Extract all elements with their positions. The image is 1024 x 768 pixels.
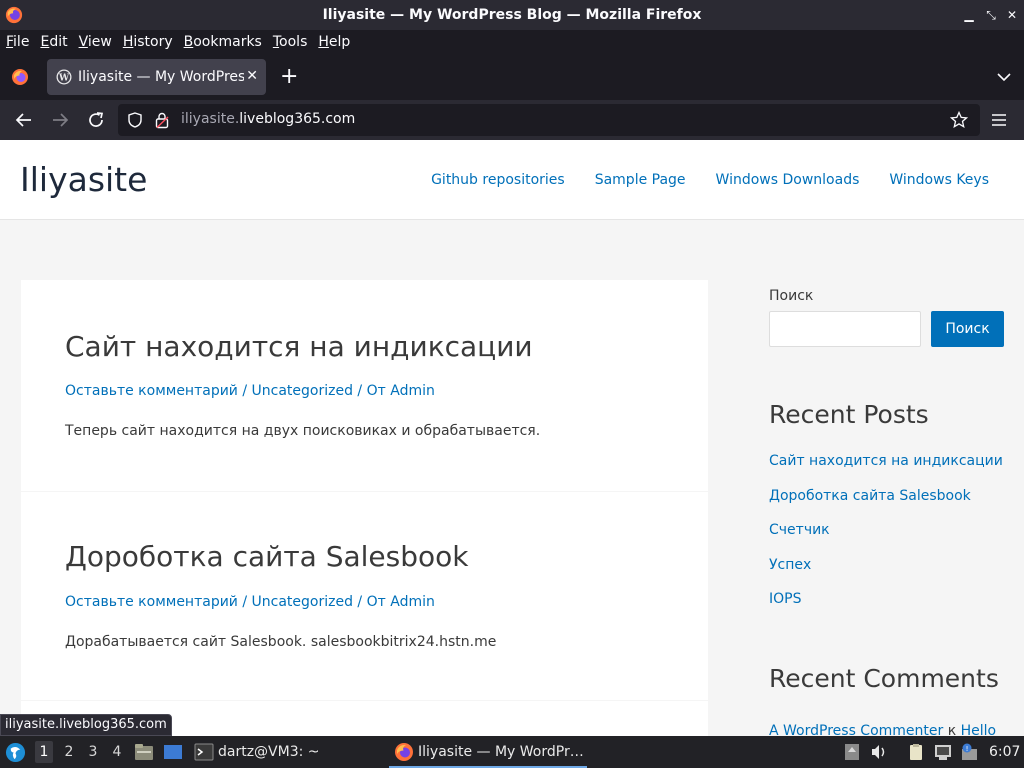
recent-comment: A WordPress Commenter к Hello (769, 723, 996, 736)
close-window-icon[interactable]: ✕ (1005, 7, 1019, 23)
minimize-icon[interactable]: ▁ (962, 7, 976, 23)
menu-bookmarks[interactable]: Bookmarks (184, 34, 262, 50)
hamburger-menu-icon[interactable] (990, 112, 1008, 128)
bookmark-star-icon[interactable] (950, 111, 968, 129)
post-meta: Оставьте комментарий / Uncategorized / О… (65, 594, 435, 610)
taskbar-terminal-button[interactable]: dartz@VM3: ~ (194, 742, 320, 762)
tab-iliyasite[interactable]: W Iliyasite — My WordPress Blog ✕ (47, 59, 266, 95)
firefox-logo-icon (5, 6, 23, 24)
comment-post-link[interactable]: Hello (961, 723, 997, 736)
tracking-protection-shield-icon[interactable] (127, 112, 143, 128)
lock-icon[interactable] (154, 111, 170, 129)
recent-posts-heading: Recent Posts (769, 400, 929, 429)
leave-comment-link[interactable]: Оставьте комментарий (65, 383, 238, 399)
post-title[interactable]: Дороботка сайта Salesbook (65, 540, 468, 573)
workspace-2[interactable]: 2 (60, 744, 78, 760)
menu-help[interactable]: Help (318, 34, 350, 50)
menu-view[interactable]: View (79, 34, 112, 50)
post-excerpt: Теперь сайт находится на двух поисковика… (65, 423, 541, 439)
workspace-3[interactable]: 3 (84, 744, 102, 760)
reload-icon[interactable] (86, 110, 106, 130)
show-desktop-icon[interactable] (163, 743, 183, 761)
recent-post-link[interactable]: Успех (769, 556, 1003, 591)
menu-history[interactable]: History (123, 34, 173, 50)
post-article: Дороботка сайта Salesbook Оставьте комме… (21, 492, 708, 700)
firefox-taskbar-icon (395, 743, 413, 761)
close-tab-icon[interactable]: ✕ (246, 68, 258, 84)
recent-posts-list: Сайт находится на индиксации Дороботка с… (769, 452, 1003, 625)
tab-bar: W Iliyasite — My WordPress Blog ✕ + (0, 54, 1024, 100)
recent-post-link[interactable]: Дороботка сайта Salesbook (769, 487, 1003, 522)
nav-link-sample-page[interactable]: Sample Page (595, 172, 686, 188)
navigation-toolbar: iliyasite.liveblog365.com (0, 100, 1024, 140)
terminal-icon (194, 743, 214, 761)
url-text[interactable]: iliyasite.liveblog365.com (181, 111, 355, 127)
author-link[interactable]: От Admin (367, 383, 435, 399)
search-input[interactable] (769, 311, 921, 347)
clock[interactable]: 6:07 (989, 744, 1020, 760)
network-icon[interactable] (933, 743, 953, 761)
leave-comment-link[interactable]: Оставьте комментарий (65, 594, 238, 610)
menu-edit[interactable]: Edit (40, 34, 67, 50)
back-arrow-icon[interactable] (14, 110, 34, 130)
workspace-1[interactable]: 1 (35, 741, 53, 763)
wordpress-icon: W (56, 69, 72, 85)
nav-link-windows-keys[interactable]: Windows Keys (889, 172, 989, 188)
nav-link-windows-downloads[interactable]: Windows Downloads (716, 172, 860, 188)
web-page: Iliyasite Github repositories Sample Pag… (0, 140, 1024, 736)
svg-text:W: W (58, 74, 70, 84)
window-title: Iliyasite — My WordPress Blog — Mozilla … (322, 7, 702, 23)
url-bar[interactable]: iliyasite.liveblog365.com (118, 104, 980, 136)
recent-post-link[interactable]: Счетчик (769, 521, 1003, 556)
recent-post-link[interactable]: Сайт находится на индиксации (769, 452, 1003, 487)
search-label: Поиск (769, 288, 814, 304)
category-link[interactable]: Uncategorized (252, 383, 353, 399)
clipboard-icon[interactable] (906, 743, 926, 761)
notification-icon[interactable]: ! (960, 743, 980, 761)
window-titlebar: Iliyasite — My WordPress Blog — Mozilla … (0, 0, 1024, 30)
nav-link-github-repositories[interactable]: Github repositories (431, 172, 565, 188)
taskbar-firefox-button[interactable]: Iliyasite — My WordPr… (394, 742, 584, 762)
tab-title: Iliyasite — My WordPress Blog (78, 69, 244, 85)
category-link[interactable]: Uncategorized (252, 594, 353, 610)
site-title[interactable]: Iliyasite (20, 160, 147, 199)
search-button[interactable]: Поиск (931, 311, 1004, 347)
file-manager-icon[interactable] (134, 743, 154, 761)
volume-icon[interactable] (869, 743, 889, 761)
start-menu-icon[interactable] (5, 742, 26, 763)
forward-arrow-icon[interactable] (50, 110, 70, 130)
firefox-view-icon[interactable] (10, 67, 30, 87)
svg-text:!: ! (966, 745, 969, 753)
site-header: Iliyasite Github repositories Sample Pag… (0, 140, 1024, 220)
recent-comments-heading: Recent Comments (769, 664, 999, 693)
post-excerpt: Дорабатывается сайт Salesbook. salesbook… (65, 634, 497, 650)
status-link-preview: iliyasite.liveblog365.com (0, 714, 172, 736)
restore-icon[interactable]: ⤡ (984, 7, 998, 23)
post-meta: Оставьте комментарий / Uncategorized / О… (65, 383, 435, 399)
post-title[interactable]: Сайт находится на индиксации (65, 330, 533, 363)
menu-tools[interactable]: Tools (273, 34, 308, 50)
site-navigation: Github repositories Sample Page Windows … (401, 172, 989, 188)
menu-bar: File Edit View History Bookmarks Tools H… (0, 30, 1024, 54)
menu-file[interactable]: File (6, 34, 29, 50)
post-article: Сайт находится на индиксации Оставьте ко… (21, 280, 708, 491)
comment-author-link[interactable]: A WordPress Commenter (769, 723, 943, 736)
recent-post-link[interactable]: IOPS (769, 590, 1003, 625)
author-link[interactable]: От Admin (367, 594, 435, 610)
workspace-4[interactable]: 4 (108, 744, 126, 760)
chevron-down-icon[interactable] (996, 69, 1012, 85)
new-tab-button[interactable]: + (280, 66, 298, 88)
taskbar: 1 2 3 4 dartz@VM3: ~ Iliyasite — My Word… (0, 736, 1024, 768)
update-notifier-icon[interactable] (842, 743, 862, 761)
